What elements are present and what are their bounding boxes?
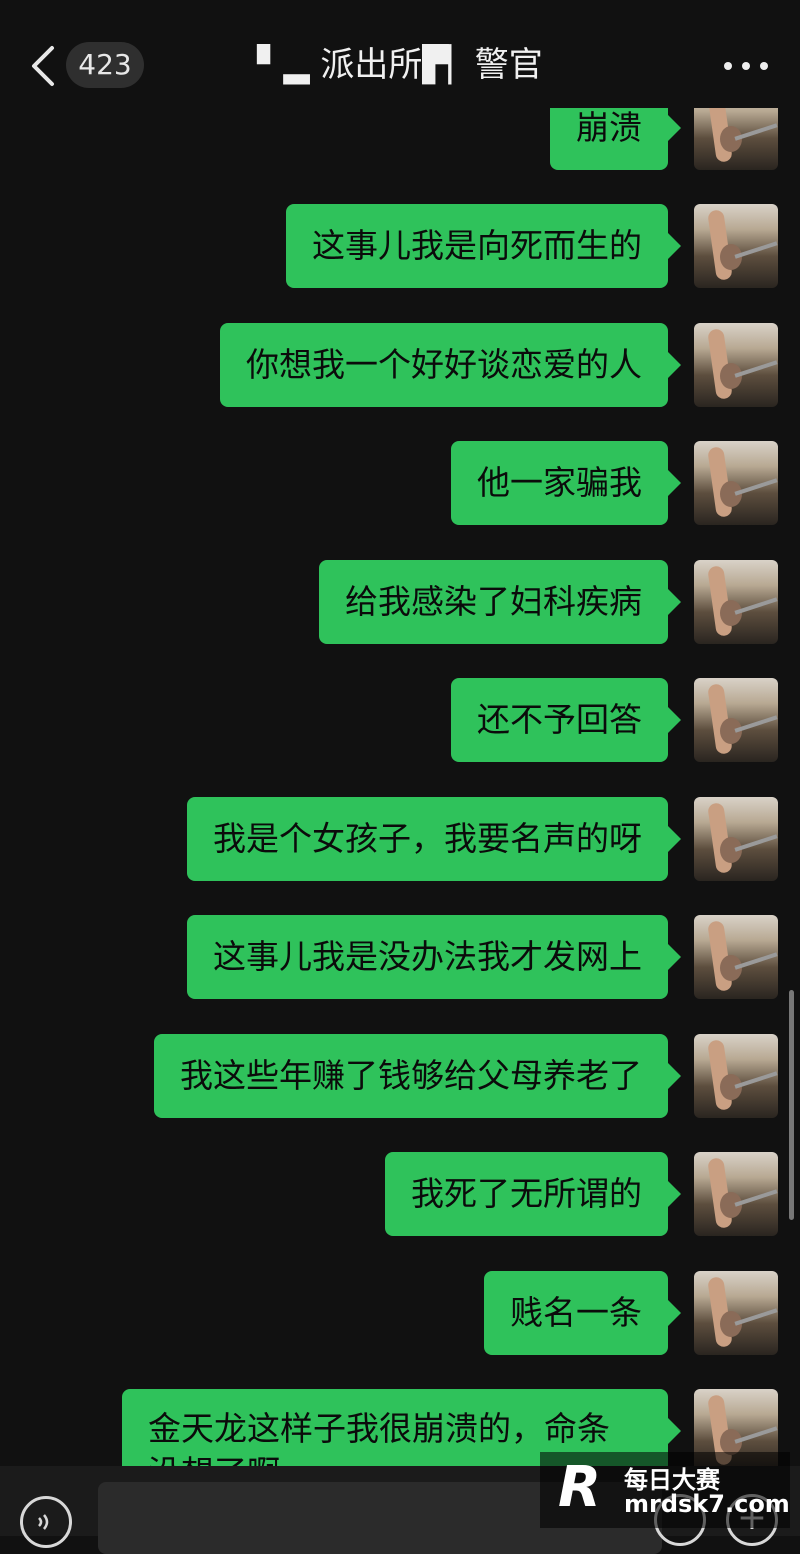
message-row: 这事儿我是向死而生的 xyxy=(0,204,800,304)
message-bubble[interactable]: 我死了无所谓的 xyxy=(385,1152,681,1236)
avatar[interactable] xyxy=(694,1152,778,1236)
avatar[interactable] xyxy=(694,323,778,407)
watermark: R 每日大赛 mrdsk7.com xyxy=(540,1452,790,1528)
back-icon[interactable] xyxy=(26,44,62,88)
voice-icon[interactable] xyxy=(20,1496,72,1548)
message-bubble[interactable]: 这事儿我是向死而生的 xyxy=(286,204,681,288)
avatar[interactable] xyxy=(694,797,778,881)
message-row: 他一家骗我 xyxy=(0,441,800,541)
message-row: 给我感染了妇科疾病 xyxy=(0,560,800,660)
message-bubble[interactable]: 我这些年赚了钱够给父母养老了 xyxy=(154,1034,681,1118)
message-bubble[interactable]: 你想我一个好好谈恋爱的人 xyxy=(220,323,681,407)
unread-count-badge[interactable]: 423 xyxy=(66,42,144,88)
chat-header: 423 ▘▂ 派出所▛▏警官 xyxy=(0,0,800,108)
message-row: 这事儿我是没办法我才发网上 xyxy=(0,915,800,1015)
avatar[interactable] xyxy=(694,204,778,288)
chat-title: ▘▂ 派出所▛▏警官 xyxy=(257,45,543,85)
avatar[interactable] xyxy=(694,1034,778,1118)
message-bubble[interactable]: 他一家骗我 xyxy=(451,441,681,525)
scrollbar[interactable] xyxy=(789,990,794,1220)
message-row: 我是个女孩子，我要名声的呀 xyxy=(0,797,800,897)
message-bubble[interactable]: 还不予回答 xyxy=(451,678,681,762)
message-row: 我死了无所谓的 xyxy=(0,1152,800,1252)
more-options-icon[interactable] xyxy=(724,60,768,72)
message-row: 还不予回答 xyxy=(0,678,800,778)
message-bubble[interactable]: 贱名一条 xyxy=(484,1271,681,1355)
avatar[interactable] xyxy=(694,560,778,644)
message-bubble[interactable]: 给我感染了妇科疾病 xyxy=(319,560,681,644)
message-bubble[interactable]: 我是个女孩子，我要名声的呀 xyxy=(187,797,681,881)
message-list[interactable]: 崩溃 这事儿我是向死而生的 你想我一个好好谈恋爱的人 他一家骗我 给我感染了妇科… xyxy=(0,0,800,1536)
message-row: 贱名一条 xyxy=(0,1271,800,1371)
watermark-logo: R xyxy=(558,1455,602,1520)
avatar[interactable] xyxy=(694,441,778,525)
message-row: 我这些年赚了钱够给父母养老了 xyxy=(0,1034,800,1134)
message-bubble[interactable]: 这事儿我是没办法我才发网上 xyxy=(187,915,681,999)
avatar[interactable] xyxy=(694,915,778,999)
message-row: 你想我一个好好谈恋爱的人 xyxy=(0,323,800,423)
avatar[interactable] xyxy=(694,678,778,762)
watermark-url: mrdsk7.com xyxy=(624,1490,790,1518)
avatar[interactable] xyxy=(694,1271,778,1355)
